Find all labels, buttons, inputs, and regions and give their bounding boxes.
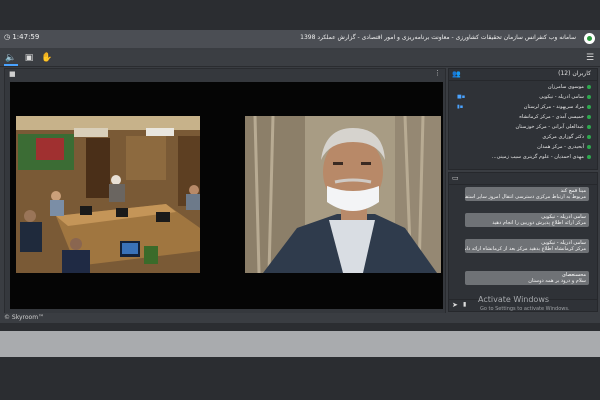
avatar — [587, 94, 591, 99]
clock-icon: ◷ — [4, 33, 11, 41]
video-feed-conference-room[interactable] — [16, 116, 200, 273]
avatar — [587, 84, 591, 89]
video-feed-webcam-speaker[interactable] — [245, 116, 441, 273]
chat-message-text: مربوط به ارتباط مرکزی دسترسی انتقال امرو… — [465, 194, 586, 200]
bottom-band — [0, 323, 600, 400]
avatar — [587, 144, 591, 149]
users-panel: 👥 کاربران (12) موسوی سامرزان سامی ادریله… — [448, 68, 598, 170]
user-item[interactable]: عبدالعلی آبرانی - مرکز خوزستان — [516, 124, 591, 130]
chat-panel-header: ▭ — [449, 173, 597, 185]
chat-message-sender: سامی ادریله - نیکویی — [541, 240, 586, 246]
video-panel-header: ■ ⋮ — [5, 69, 445, 80]
chat-message-text: مرکز کرمانشاه اطلاع بدهید مرکز بعد از کر… — [465, 246, 586, 252]
bottom-light-strip — [0, 331, 600, 357]
chat-message-text: مرکز ارائه اطلاع پذیرش دوربین را انجام د… — [492, 220, 586, 226]
avatar — [587, 154, 591, 159]
webcam-icon: ■▪ — [457, 94, 466, 100]
users-panel-title: کاربران (12) — [558, 70, 591, 77]
status-bar: © Skyroom™ — [0, 313, 600, 323]
chat-message: مینا قمچ کند مربوط به ارتباط مرکزی دسترس… — [465, 187, 589, 201]
screen-share-icon[interactable]: ▣ — [22, 52, 36, 64]
microphone-icon[interactable]: ▮ — [463, 301, 466, 308]
chat-message: سامی ادریله - نیکویی مرکز ارائه اطلاع پذ… — [465, 213, 589, 227]
avatar — [587, 134, 591, 139]
send-icon[interactable]: ➤ — [452, 301, 458, 309]
avatar — [587, 124, 591, 129]
activate-windows-watermark: Activate Windows — [478, 295, 550, 304]
top-band — [0, 0, 600, 30]
user-item[interactable]: خمیسی آمدی - مرکز کرمانشاه — [519, 114, 591, 120]
hamburger-menu-icon[interactable]: ☰ — [584, 52, 596, 64]
chat-message-sender: محسنعصای — [561, 272, 586, 278]
chat-message-sender: مینا قمچ کند — [560, 188, 586, 194]
title-bar: ◷ 1:47:59 سامانه وب کنفرانس سازمان تحقیق… — [0, 30, 600, 48]
session-title: سامانه وب کنفرانس سازمان تحقیقات کشاورزی… — [300, 34, 576, 41]
user-item[interactable]: مهدی احمدیان - علوم گزینری سیب زمینی... — [492, 154, 591, 160]
speaker-icon[interactable]: 🔈 — [4, 52, 18, 66]
chat-message: سامی ادریله - نیکویی مرکز کرمانشاه اطلاع… — [465, 239, 589, 253]
chat-message: محسنعصای سلام و درود بر همه دوستان — [465, 271, 589, 285]
users-panel-header: 👥 کاربران (12) — [449, 69, 597, 81]
video-panel: ■ ⋮ — [4, 68, 446, 314]
timer-text: 1:47:59 — [12, 33, 40, 41]
chat-message-text: سلام و درود بر همه دوستان — [528, 278, 586, 284]
avatar — [587, 104, 591, 109]
user-item[interactable]: مراد سرپهوند - مرکز لرستان — [524, 104, 591, 110]
avatar — [587, 114, 591, 119]
activate-windows-hint: Go to Settings to activate Windows. — [480, 306, 570, 312]
microphone-icon: ▮▪ — [457, 104, 464, 110]
chat-panel: ▭ مینا قمچ کند مربوط به ارتباط مرکزی دست… — [448, 172, 598, 312]
users-icon: 👥 — [452, 70, 461, 78]
user-item[interactable]: دکتر گوزاری مرکزی — [542, 134, 591, 140]
video-stage — [10, 82, 443, 309]
chat-icon: ▭ — [452, 174, 459, 182]
chat-message-sender: سامی ادریله - نیکویی — [541, 214, 586, 220]
toolbar: 🔈 ▣ ✋ ☰ — [0, 50, 600, 67]
brand-label: © Skyroom™ — [4, 314, 45, 321]
user-item[interactable]: سامی ادریله - نیکویی — [539, 94, 591, 100]
more-options-icon[interactable]: ⋮ — [434, 69, 441, 77]
session-timer: ◷ 1:47:59 — [4, 33, 39, 41]
user-item[interactable]: آبحیدری - مرکز همدان — [537, 144, 591, 150]
raise-hand-icon[interactable]: ✋ — [40, 52, 54, 64]
camera-icon: ■ — [9, 70, 16, 78]
organization-logo — [584, 33, 595, 44]
user-item[interactable]: موسوی سامرزان — [548, 84, 591, 90]
